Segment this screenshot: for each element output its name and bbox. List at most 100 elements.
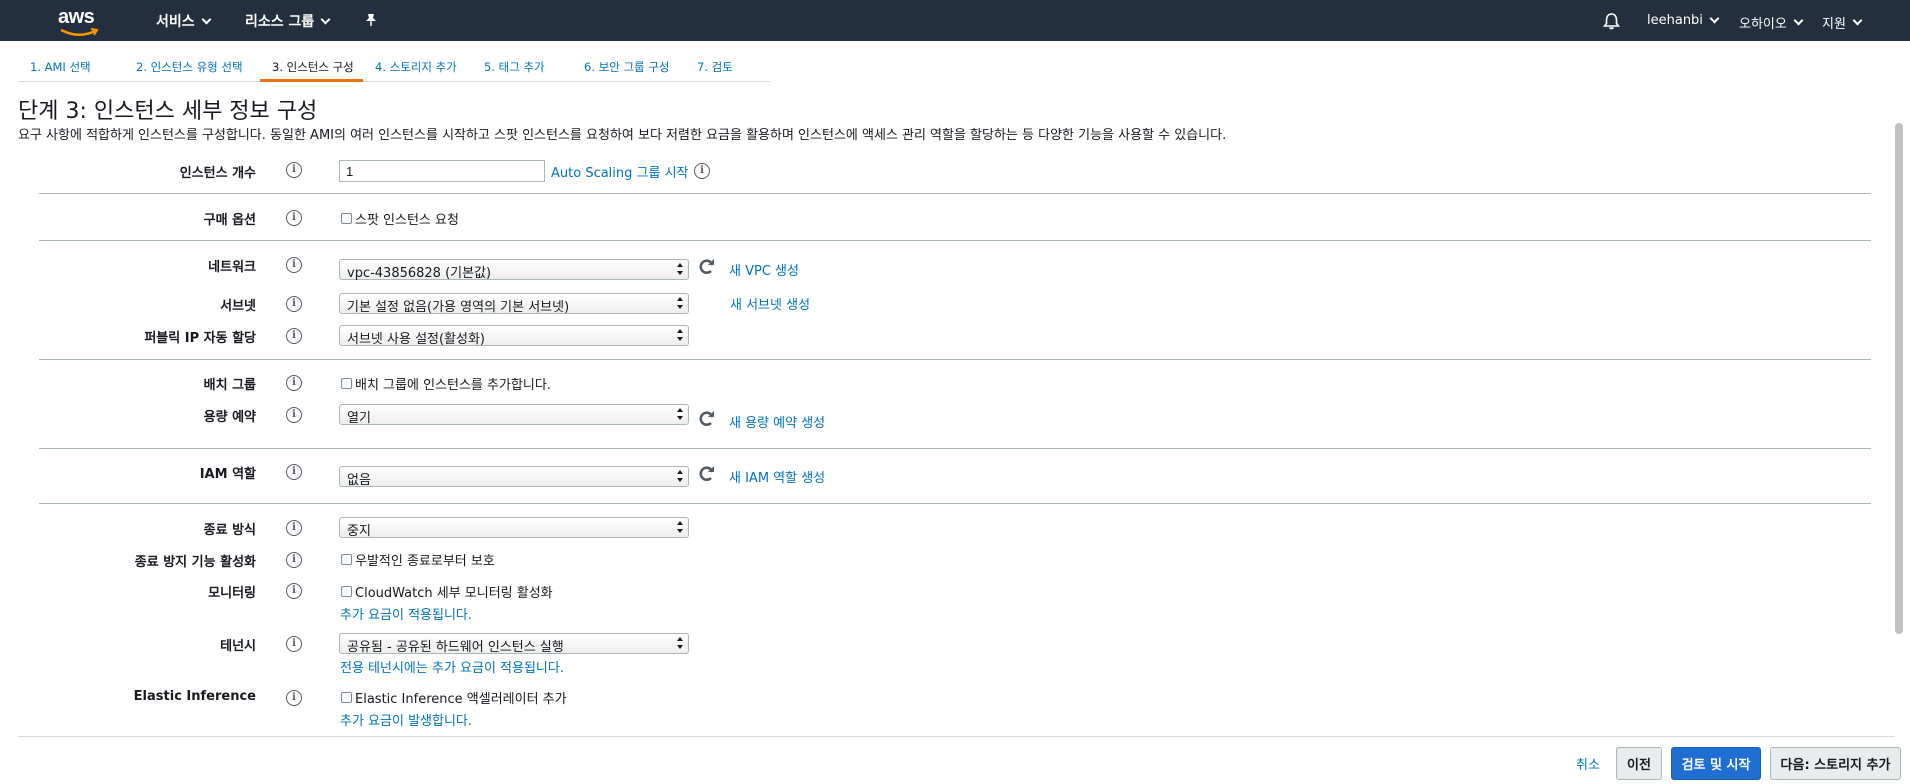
info-icon[interactable]: i [286, 162, 302, 178]
placement-group-label: 배치 그룹 [203, 378, 256, 393]
termination-protection-checkbox[interactable]: 우발적인 종료로부터 보호 [341, 550, 495, 569]
chevron-down-icon [201, 14, 212, 24]
tenancy-charges-note[interactable]: 전용 테넌시에는 추가 요금이 적용됩니다. [340, 657, 564, 676]
shutdown-behavior-select[interactable]: 중지 [339, 517, 689, 539]
elastic-inference-label: Elastic Inference [133, 689, 256, 704]
next-add-storage-button[interactable]: 다음: 스토리지 추가 [1770, 747, 1901, 780]
refresh-icon[interactable] [697, 464, 717, 484]
create-iam-role-link[interactable]: 새 IAM 역할 생성 [729, 467, 825, 486]
info-icon[interactable]: i [286, 636, 302, 652]
placement-group-checkbox[interactable]: 배치 그룹에 인스턴스를 추가합니다. [341, 374, 551, 393]
info-icon[interactable]: i [286, 464, 302, 480]
user-menu[interactable]: leehanbi [1647, 13, 1720, 28]
chevron-down-icon [1852, 15, 1863, 26]
info-icon[interactable]: i [286, 375, 302, 391]
info-icon[interactable]: i [286, 257, 302, 273]
monitoring-label: 모니터링 [208, 586, 256, 601]
public-ip-select[interactable]: 서브넷 사용 설정(활성화) [339, 325, 689, 347]
vertical-scrollbar[interactable] [1895, 123, 1903, 634]
create-vpc-link[interactable]: 새 VPC 생성 [729, 260, 799, 279]
refresh-icon[interactable] [697, 409, 717, 429]
elastic-inference-charges-note[interactable]: 추가 요금이 발생합니다. [340, 710, 472, 729]
tab-add-tags[interactable]: 5. 태그 추가 [472, 52, 572, 82]
iam-role-select[interactable]: 없음 [339, 466, 689, 488]
info-icon[interactable]: i [286, 407, 302, 423]
region-menu[interactable]: 오하이오 [1739, 13, 1804, 32]
wizard-steps: 1. AMI 선택 2. 인스턴스 유형 선택 3. 인스턴스 구성 4. 스토… [18, 52, 770, 82]
termination-protection-label: 종료 방지 기능 활성화 [134, 555, 256, 570]
checkbox-box[interactable] [341, 554, 352, 565]
select-arrows-icon [677, 470, 683, 482]
support-menu[interactable]: 지원 [1822, 13, 1863, 32]
checkbox-box[interactable] [341, 213, 352, 224]
resource-groups-label: 리소스 그룹 [245, 14, 315, 30]
instance-count-input[interactable] [339, 160, 545, 182]
services-menu[interactable]: 서비스 [156, 11, 212, 31]
chevron-down-icon [1793, 15, 1804, 26]
info-icon[interactable]: i [286, 552, 302, 568]
iam-role-label: IAM 역할 [199, 467, 256, 482]
bell-icon[interactable] [1603, 12, 1620, 30]
pin-icon[interactable] [364, 13, 378, 27]
chevron-down-icon [320, 14, 331, 24]
shutdown-behavior-label: 종료 방식 [203, 523, 256, 538]
refresh-icon[interactable] [697, 257, 717, 277]
info-icon[interactable]: i [286, 328, 302, 344]
iam-role-select-value: 없음 [347, 473, 371, 488]
info-icon[interactable]: i [286, 520, 302, 536]
monitoring-checkbox-label: CloudWatch 세부 모니터링 활성화 [355, 586, 553, 601]
select-arrows-icon [677, 408, 683, 420]
divider [39, 359, 1871, 360]
info-icon[interactable]: i [286, 690, 302, 706]
info-icon[interactable]: i [286, 583, 302, 599]
footer-divider [18, 736, 1895, 737]
create-capacity-reservation-link[interactable]: 새 용량 예약 생성 [729, 412, 825, 431]
elastic-inference-checkbox-label: Elastic Inference 액셀러레이터 추가 [355, 692, 567, 707]
top-navigation: aws 서비스 리소스 그룹 leehanbi 오하이오 지원 [0, 0, 1910, 41]
checkbox-box[interactable] [341, 378, 352, 389]
network-select-value: vpc-43856828 (기본값) [347, 266, 492, 281]
subnet-select[interactable]: 기본 설정 없음(가용 영역의 기본 서브넷) [339, 293, 689, 315]
tab-configure-security-group[interactable]: 6. 보안 그룹 구성 [572, 52, 685, 82]
tab-add-storage[interactable]: 4. 스토리지 추가 [363, 52, 472, 82]
capacity-reservation-select[interactable]: 열기 [339, 404, 689, 426]
resource-groups-menu[interactable]: 리소스 그룹 [245, 11, 331, 31]
user-label: leehanbi [1647, 13, 1703, 28]
divider [39, 240, 1871, 241]
aws-logo[interactable]: aws [58, 6, 102, 36]
tenancy-select-value: 공유됨 - 공유된 하드웨어 인스턴스 실행 [347, 640, 564, 655]
tenancy-select[interactable]: 공유됨 - 공유된 하드웨어 인스턴스 실행 [339, 633, 689, 655]
capacity-reservation-label: 용량 예약 [203, 410, 256, 425]
page-title: 단계 3: 인스턴스 세부 정보 구성 [18, 99, 318, 124]
checkbox-box[interactable] [341, 586, 352, 597]
tab-choose-instance-type[interactable]: 2. 인스턴스 유형 선택 [124, 52, 260, 82]
elastic-inference-checkbox[interactable]: Elastic Inference 액셀러레이터 추가 [341, 688, 567, 707]
checkbox-box[interactable] [341, 692, 352, 703]
select-arrows-icon [677, 521, 683, 533]
spot-instance-checkbox[interactable]: 스팟 인스턴스 요청 [341, 209, 459, 228]
previous-button[interactable]: 이전 [1616, 747, 1662, 780]
termination-protection-checkbox-label: 우발적인 종료로부터 보호 [355, 554, 495, 569]
select-arrows-icon [677, 263, 683, 275]
monitoring-checkbox[interactable]: CloudWatch 세부 모니터링 활성화 [341, 582, 553, 601]
tab-review[interactable]: 7. 검토 [685, 52, 770, 82]
cancel-button[interactable]: 취소 [1568, 747, 1608, 780]
info-icon[interactable]: i [694, 163, 710, 179]
info-icon[interactable]: i [286, 210, 302, 226]
select-arrows-icon [677, 297, 683, 309]
tab-configure-instance[interactable]: 3. 인스턴스 구성 [260, 52, 363, 82]
info-icon[interactable]: i [286, 296, 302, 312]
instance-count-label: 인스턴스 개수 [179, 166, 256, 181]
divider [39, 193, 1871, 194]
network-select[interactable]: vpc-43856828 (기본값) [339, 259, 689, 281]
auto-scaling-link[interactable]: Auto Scaling 그룹 시작 [551, 162, 689, 181]
tenancy-label: 테넌시 [220, 639, 256, 654]
subnet-select-value: 기본 설정 없음(가용 영역의 기본 서브넷) [347, 300, 570, 315]
placement-group-checkbox-label: 배치 그룹에 인스턴스를 추가합니다. [355, 378, 551, 393]
monitoring-charges-note[interactable]: 추가 요금이 적용됩니다. [340, 604, 472, 623]
chevron-down-icon [1709, 13, 1720, 24]
create-subnet-link[interactable]: 새 서브넷 생성 [730, 294, 810, 313]
aws-logo-text: aws [58, 6, 95, 28]
tab-choose-ami[interactable]: 1. AMI 선택 [18, 52, 124, 82]
review-and-launch-button[interactable]: 검토 및 시작 [1671, 747, 1761, 780]
